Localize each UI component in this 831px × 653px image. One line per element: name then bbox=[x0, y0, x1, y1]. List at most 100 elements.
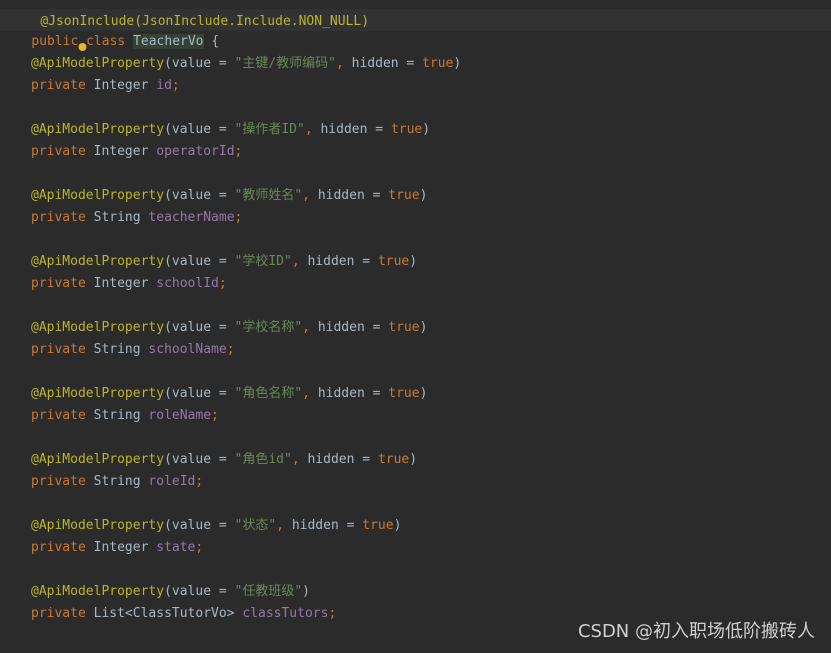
annotation-hidden-value: true bbox=[390, 122, 423, 137]
annotation-name: @ApiModelProperty bbox=[31, 518, 165, 533]
field-modifier: private bbox=[31, 78, 94, 93]
code-line-annotation[interactable]: @ApiModelProperty(value = "教师姓名", hidden… bbox=[0, 185, 427, 207]
code-line-class-declaration[interactable]: public class TeacherVo { bbox=[0, 9, 219, 49]
class-brace: { bbox=[203, 34, 220, 49]
class-modifiers: public class bbox=[31, 34, 134, 49]
field-modifier: private bbox=[31, 540, 94, 555]
annotation-name: @ApiModelProperty bbox=[31, 320, 165, 335]
code-line-field-declaration[interactable]: private Integer id; bbox=[0, 75, 180, 97]
code-line-field-declaration[interactable]: private String schoolName; bbox=[0, 339, 235, 361]
field-type: Integer bbox=[93, 540, 149, 555]
annotation-comma: , bbox=[276, 518, 284, 533]
code-line-annotation[interactable]: @ApiModelProperty(value = "操作者ID", hidde… bbox=[0, 119, 430, 141]
annotation-hidden-key: hidden = bbox=[310, 188, 389, 203]
field-semicolon: ; bbox=[171, 78, 180, 93]
field-type: String bbox=[93, 408, 141, 423]
annotation-value-string: "主键/教师编码" bbox=[234, 56, 336, 71]
annotation-close-paren: ) bbox=[419, 386, 428, 401]
field-semicolon: ; bbox=[226, 342, 235, 357]
watermark: CSDN @初入职场低阶搬砖人 bbox=[577, 621, 815, 642]
annotation-hidden-key: hidden = bbox=[310, 320, 389, 335]
annotation-close-paren: ) bbox=[419, 320, 428, 335]
field-modifier: private bbox=[31, 144, 94, 159]
annotation-value-key: (value = bbox=[164, 188, 235, 203]
code-line-annotation[interactable]: @ApiModelProperty(value = "角色名称", hidden… bbox=[0, 383, 427, 405]
annotation-value-key: (value = bbox=[164, 452, 235, 467]
field-name[interactable]: roleId bbox=[148, 474, 195, 489]
annotation-value-string: "任教班级" bbox=[234, 584, 303, 599]
field-type: List<ClassTutorVo> bbox=[93, 606, 235, 621]
annotation-name: @ApiModelProperty bbox=[31, 452, 165, 467]
annotation-value-key: (value = bbox=[164, 584, 235, 599]
field-name[interactable]: schoolId bbox=[156, 276, 219, 291]
annotation-comma: , bbox=[302, 320, 310, 335]
code-line-annotation[interactable]: @ApiModelProperty(value = "学校ID", hidden… bbox=[0, 251, 417, 273]
annotation-value-string: "角色id" bbox=[234, 452, 292, 467]
field-type: Integer bbox=[93, 78, 149, 93]
field-name[interactable]: teacherName bbox=[148, 210, 234, 225]
annotation-hidden-value: true bbox=[377, 452, 410, 467]
annotation-comma: , bbox=[291, 452, 300, 467]
field-semicolon: ; bbox=[234, 144, 243, 159]
annotation-name: @ApiModelProperty bbox=[31, 254, 165, 269]
field-modifier: private bbox=[31, 408, 94, 423]
field-semicolon: ; bbox=[211, 408, 219, 423]
annotation-hidden-key: hidden = bbox=[299, 254, 378, 269]
code-line-field-declaration[interactable]: private String teacherName; bbox=[0, 207, 242, 229]
annotation-value-string: "操作者ID" bbox=[234, 122, 305, 137]
field-name[interactable]: classTutors bbox=[242, 606, 328, 621]
annotation-comma: , bbox=[291, 254, 300, 269]
field-name[interactable]: roleName bbox=[148, 408, 211, 423]
code-line-field-declaration[interactable]: private Integer operatorId; bbox=[0, 141, 242, 163]
annotation-hidden-key: hidden = bbox=[310, 386, 389, 401]
annotation-value-key: (value = bbox=[164, 386, 235, 401]
annotation-hidden-key: hidden = bbox=[284, 518, 363, 533]
annotation-value-string: "学校名称" bbox=[234, 320, 303, 335]
code-editor[interactable]: @JsonInclude(JsonInclude.Include.NON_NUL… bbox=[0, 0, 831, 653]
annotation-hidden-value: true bbox=[388, 320, 420, 335]
annotation-close-paren: ) bbox=[409, 452, 418, 467]
annotation-close-paren: ) bbox=[302, 584, 310, 599]
field-modifier: private bbox=[31, 606, 94, 621]
annotation-comma: , bbox=[336, 56, 344, 71]
annotation-comma: , bbox=[304, 122, 313, 137]
code-line-annotation[interactable]: @ApiModelProperty(value = "任教班级") bbox=[0, 581, 310, 603]
field-name[interactable]: schoolName bbox=[148, 342, 226, 357]
annotation-close-paren: ) bbox=[409, 254, 418, 269]
annotation-value-key: (value = bbox=[164, 320, 235, 335]
field-semicolon: ; bbox=[195, 540, 204, 555]
code-line-field-declaration[interactable]: private List<ClassTutorVo> classTutors; bbox=[0, 603, 336, 625]
annotation-hidden-value: true bbox=[422, 56, 454, 71]
annotation-close-paren: ) bbox=[453, 56, 462, 71]
field-name[interactable]: id bbox=[156, 78, 172, 93]
field-semicolon: ; bbox=[218, 276, 227, 291]
annotation-value-key: (value = bbox=[164, 56, 235, 71]
code-line-annotation[interactable]: @ApiModelProperty(value = "主键/教师编码", hid… bbox=[0, 53, 461, 75]
annotation-hidden-value: true bbox=[388, 188, 420, 203]
annotation-hidden-key: hidden = bbox=[312, 122, 391, 137]
class-name[interactable]: TeacherVo bbox=[133, 34, 204, 49]
code-line-field-declaration[interactable]: private Integer state; bbox=[0, 537, 203, 559]
field-modifier: private bbox=[31, 342, 94, 357]
annotation-comma: , bbox=[302, 386, 310, 401]
code-line-annotation[interactable]: @ApiModelProperty(value = "学校名称", hidden… bbox=[0, 317, 427, 339]
field-name[interactable]: operatorId bbox=[156, 144, 234, 159]
code-line-annotation[interactable]: @ApiModelProperty(value = "角色id", hidden… bbox=[0, 449, 417, 471]
code-line-field-declaration[interactable]: private String roleId; bbox=[0, 471, 203, 493]
annotation-name: @ApiModelProperty bbox=[31, 386, 165, 401]
annotation-close-paren: ) bbox=[393, 518, 402, 533]
annotation-name: @ApiModelProperty bbox=[31, 122, 165, 137]
annotation-hidden-value: true bbox=[377, 254, 410, 269]
field-type: Integer bbox=[93, 144, 149, 159]
annotation-close-paren: ) bbox=[422, 122, 431, 137]
field-type: String bbox=[93, 210, 141, 225]
annotation-hidden-key: hidden = bbox=[299, 452, 378, 467]
field-name[interactable]: state bbox=[156, 540, 195, 555]
field-modifier: private bbox=[31, 210, 94, 225]
code-line-field-declaration[interactable]: private String roleName; bbox=[0, 405, 219, 427]
field-semicolon: ; bbox=[234, 210, 243, 225]
annotation-value-string: "学校ID" bbox=[234, 254, 292, 269]
annotation-value-string: "角色名称" bbox=[234, 386, 303, 401]
code-line-annotation[interactable]: @ApiModelProperty(value = "状态", hidden =… bbox=[0, 515, 401, 537]
code-line-field-declaration[interactable]: private Integer schoolId; bbox=[0, 273, 227, 295]
